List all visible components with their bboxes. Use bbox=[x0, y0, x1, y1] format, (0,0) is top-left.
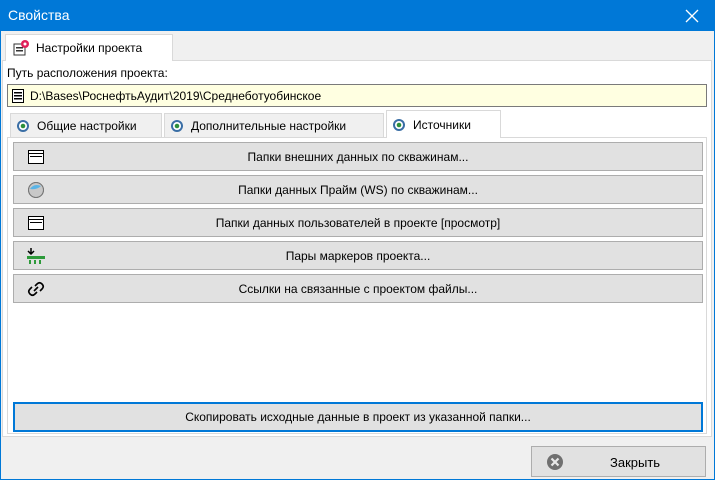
project-settings-icon bbox=[13, 40, 29, 56]
marker-pairs-icon bbox=[26, 247, 46, 265]
prime-ws-data-folders-label: Папки данных Прайм (WS) по скважинам... bbox=[238, 182, 478, 197]
project-path-field[interactable]: D:\Bases\РоснефтьАудит\2019\Среднеботуоб… bbox=[7, 84, 707, 107]
user-data-folders-button[interactable]: Папки данных пользователей в проекте [пр… bbox=[13, 208, 703, 237]
close-icon bbox=[685, 9, 699, 22]
project-path-value: D:\Bases\РоснефтьАудит\2019\Среднеботуоб… bbox=[30, 88, 322, 103]
close-circle-icon bbox=[546, 453, 564, 474]
marker-pairs-label: Пары маркеров проекта... bbox=[285, 248, 431, 263]
linked-files-label: Ссылки на связанные с проектом файлы... bbox=[238, 281, 478, 296]
external-well-data-folders-button[interactable]: Папки внешних данных по скважинам... bbox=[13, 142, 703, 171]
tab-additional-settings[interactable]: Дополнительные настройки bbox=[164, 113, 384, 137]
window-title: Свойства bbox=[8, 7, 70, 23]
linked-files-button[interactable]: Ссылки на связанные с проектом файлы... bbox=[13, 274, 703, 303]
path-list-icon bbox=[12, 88, 24, 103]
close-button[interactable]: Закрыть bbox=[531, 446, 706, 477]
user-data-folders-label: Папки данных пользователей в проекте [пр… bbox=[215, 215, 501, 230]
title-bar: Свойства bbox=[0, 0, 715, 31]
project-path-label: Путь расположения проекта: bbox=[7, 66, 168, 80]
radio-dot-icon bbox=[17, 119, 29, 132]
link-icon bbox=[26, 280, 46, 298]
window-close-button[interactable] bbox=[669, 0, 715, 31]
tab-project-settings[interactable]: Настройки проекта bbox=[5, 34, 173, 61]
folder-box-icon bbox=[26, 148, 46, 166]
tab-additional-settings-label: Дополнительные настройки bbox=[191, 118, 347, 133]
copy-source-data-label: Скопировать исходные данные в проект из … bbox=[185, 410, 531, 424]
tab-general-settings-label: Общие настройки bbox=[37, 118, 137, 133]
radio-dot-icon bbox=[171, 119, 183, 132]
tab-general-settings[interactable]: Общие настройки bbox=[10, 113, 162, 137]
radio-dot-icon bbox=[393, 118, 405, 131]
folder-box-icon bbox=[26, 214, 46, 232]
copy-source-data-button[interactable]: Скопировать исходные данные в проект из … bbox=[13, 402, 703, 432]
external-well-data-folders-label: Папки внешних данных по скважинам... bbox=[247, 149, 469, 164]
close-button-label: Закрыть bbox=[610, 455, 661, 470]
ws-globe-icon bbox=[26, 181, 46, 199]
tab-sources-label: Источники bbox=[413, 117, 471, 132]
marker-pairs-button[interactable]: Пары маркеров проекта... bbox=[13, 241, 703, 270]
tab-sources[interactable]: Источники bbox=[386, 110, 501, 138]
prime-ws-data-folders-button[interactable]: Папки данных Прайм (WS) по скважинам... bbox=[13, 175, 703, 204]
tab-project-settings-label: Настройки проекта bbox=[36, 41, 143, 55]
